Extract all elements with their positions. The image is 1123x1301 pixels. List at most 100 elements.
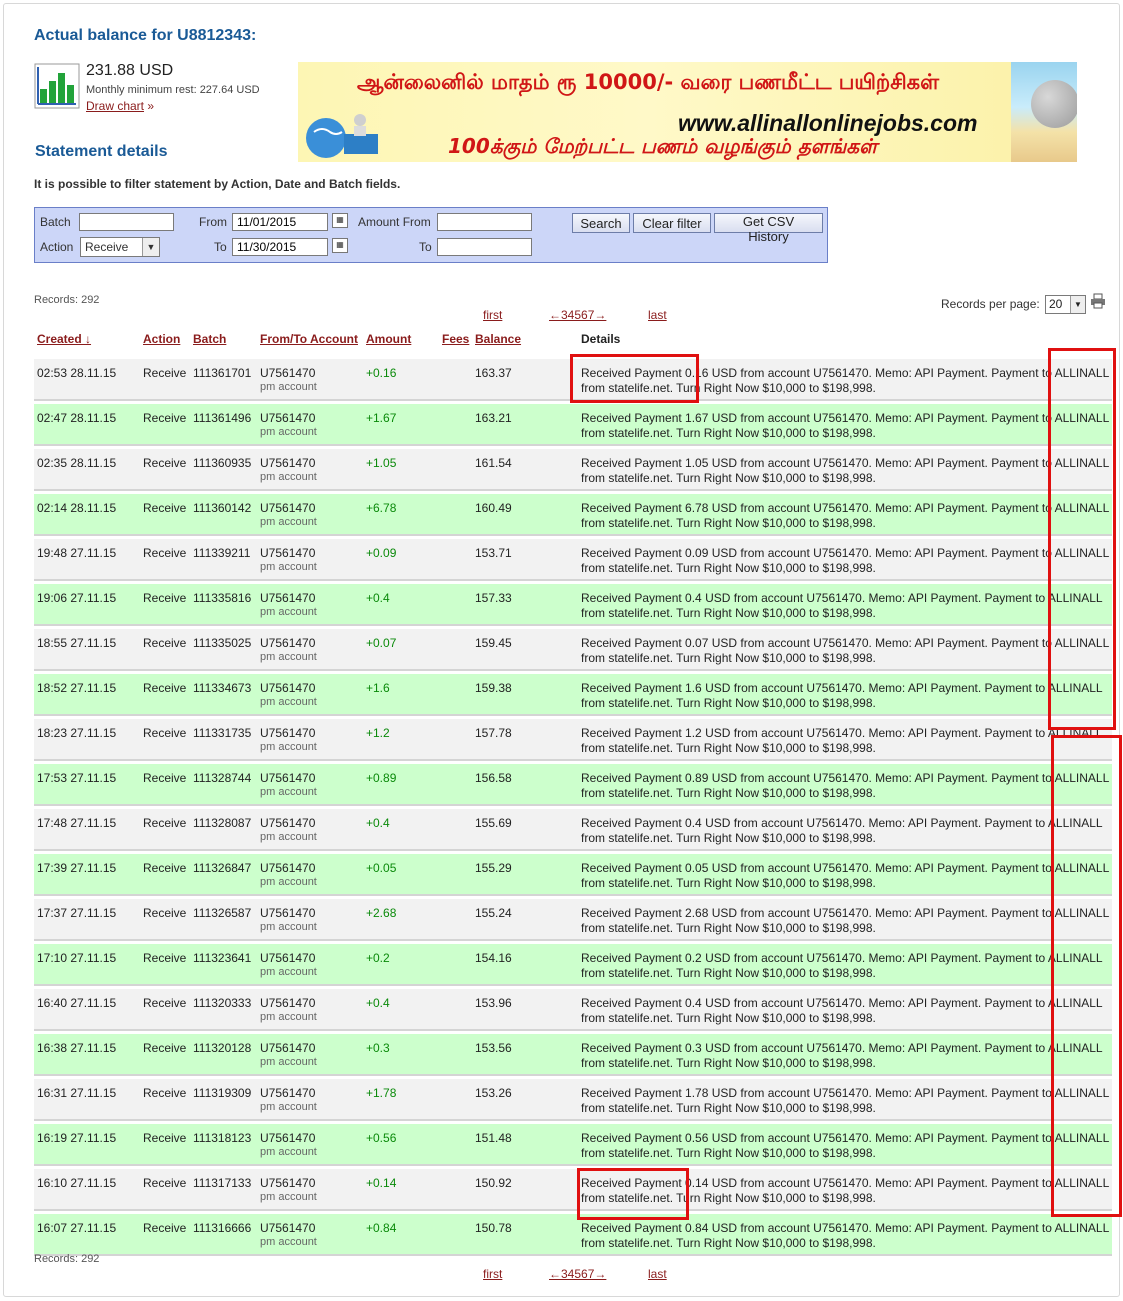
row-amount: +1.6	[366, 681, 390, 695]
table-row: 17:48 27.11.15 Receive 111328087 U7561470 +0…	[34, 809, 1112, 851]
row-details-line-2: from statelife.net. Turn Right Now $10,0…	[581, 1146, 876, 1160]
calendar-icon[interactable]: ▦	[332, 213, 348, 228]
highlight-box	[577, 1168, 689, 1220]
row-balance: 155.24	[475, 906, 512, 920]
row-amount: +0.4	[366, 996, 390, 1010]
amount-from-input[interactable]	[437, 213, 532, 231]
col-account[interactable]: From/To Account	[260, 332, 358, 346]
table-row: 19:48 27.11.15 Receive 111339211 U7561470 +0…	[34, 539, 1112, 581]
row-account: U7561470	[260, 681, 316, 695]
row-details-line-2: from statelife.net. Turn Right Now $10,0…	[581, 831, 876, 845]
clear-filter-button[interactable]: Clear filter	[633, 213, 711, 233]
col-created[interactable]: Created ↓	[37, 332, 91, 346]
records-count-top: Records: 292	[34, 294, 100, 306]
batch-input[interactable]	[79, 213, 174, 231]
search-button[interactable]: Search	[572, 213, 630, 233]
col-fees[interactable]: Fees	[442, 332, 469, 346]
row-details-line-2: from statelife.net. Turn Right Now $10,0…	[581, 696, 876, 710]
pager-last-link[interactable]: last	[648, 1267, 667, 1281]
pager-first-link[interactable]: first	[483, 308, 502, 322]
row-account: U7561470	[260, 636, 316, 650]
row-created: 18:52 27.11.15	[37, 681, 117, 695]
draw-chart-link[interactable]: Draw chart	[86, 99, 144, 113]
row-details-line-2: from statelife.net. Turn Right Now $10,0…	[581, 876, 876, 890]
row-details-line-2: from statelife.net. Turn Right Now $10,0…	[581, 471, 876, 485]
table-row: 18:23 27.11.15 Receive 111331735 U7561470 +1…	[34, 719, 1112, 761]
printer-icon[interactable]	[1090, 293, 1106, 309]
row-action: Receive	[143, 771, 187, 785]
row-details-line-1: Received Payment 0.56 USD from account U…	[581, 1131, 1110, 1145]
row-account: U7561470	[260, 906, 316, 920]
records-per-page-select[interactable]: 20 ▼	[1045, 295, 1086, 314]
row-account-type: pm account	[260, 561, 317, 573]
row-account-type: pm account	[260, 1236, 317, 1248]
row-details-line-1: Received Payment 0.3 USD from account U7…	[581, 1041, 1103, 1055]
row-created: 17:10 27.11.15	[37, 951, 117, 965]
table-row: 18:52 27.11.15 Receive 111334673 U7561470 +1…	[34, 674, 1112, 716]
row-details-line-2: from statelife.net. Turn Right Now $10,0…	[581, 966, 876, 980]
row-created: 18:55 27.11.15	[37, 636, 117, 650]
row-amount: +1.05	[366, 456, 397, 470]
pager-pages-link[interactable]: ←34567→	[549, 1267, 606, 1281]
row-created: 17:53 27.11.15	[37, 771, 117, 785]
row-account: U7561470	[260, 1131, 316, 1145]
statement-title: Statement details	[35, 143, 168, 160]
advertisement-banner[interactable]: ஆன்லைனில் மாதம் ரூ 10000/- வரை பணமீட்ட ப…	[298, 62, 1077, 162]
row-batch: 111320333	[193, 996, 252, 1010]
from-date-input[interactable]	[232, 213, 328, 231]
filter-panel: Batch Action Receive ▼ From ▦ To ▦ Amoun…	[34, 207, 828, 263]
row-details-line-2: from statelife.net. Turn Right Now $10,0…	[581, 786, 876, 800]
row-account-type: pm account	[260, 1101, 317, 1113]
monthly-minimum: Monthly minimum rest: 227.64 USD	[86, 84, 260, 96]
banner-line-1: ஆன்லைனில் மாதம் ரூ 10000/- வரை பணமீட்ட ப…	[356, 70, 940, 94]
col-batch[interactable]: Batch	[193, 332, 226, 346]
row-batch: 111318123	[193, 1131, 252, 1145]
draw-chart-row: Draw chart »	[86, 99, 154, 113]
row-account: U7561470	[260, 816, 316, 830]
calendar-icon[interactable]: ▦	[332, 238, 348, 253]
records-per-page-label: Records per page:	[941, 297, 1040, 311]
row-details-line-1: Received Payment 0.09 USD from account U…	[581, 546, 1110, 560]
row-action: Receive	[143, 411, 187, 425]
row-batch: 111360935	[193, 456, 252, 470]
row-account: U7561470	[260, 1176, 316, 1190]
draw-chart-arrow: »	[147, 99, 155, 113]
table-row: 17:37 27.11.15 Receive 111326587 U7561470 +2…	[34, 899, 1112, 941]
to-label: To	[214, 240, 227, 254]
row-account: U7561470	[260, 501, 316, 515]
get-csv-history-button[interactable]: Get CSV History	[714, 213, 823, 244]
row-amount: +0.56	[366, 1131, 397, 1145]
row-balance: 155.29	[475, 861, 512, 875]
row-details-line-1: Received Payment 0.4 USD from account U7…	[581, 996, 1103, 1010]
table-row: 16:10 27.11.15 Receive 111317133 U7561470 +0…	[34, 1169, 1112, 1211]
row-action: Receive	[143, 1221, 187, 1235]
row-action: Receive	[143, 546, 187, 560]
row-account: U7561470	[260, 951, 316, 965]
row-created: 16:07 27.11.15	[37, 1221, 117, 1235]
row-account: U7561470	[260, 1041, 316, 1055]
col-amount[interactable]: Amount	[366, 332, 411, 346]
filter-note: It is possible to filter statement by Ac…	[34, 177, 401, 191]
row-created: 02:53 28.11.15	[37, 366, 117, 380]
col-balance[interactable]: Balance	[475, 332, 521, 346]
amount-to-input[interactable]	[437, 238, 532, 256]
dropdown-arrow-icon: ▼	[1070, 296, 1085, 313]
row-amount: +0.4	[366, 816, 390, 830]
row-created: 17:39 27.11.15	[37, 861, 117, 875]
amount-to-label: To	[419, 240, 432, 254]
row-batch: 111360142	[193, 501, 252, 515]
highlight-box	[570, 354, 699, 403]
pager-first-link[interactable]: first	[483, 1267, 502, 1281]
row-batch: 111328087	[193, 816, 252, 830]
action-select[interactable]: Receive ▼	[80, 237, 160, 257]
row-amount: +1.67	[366, 411, 397, 425]
pager-last-link[interactable]: last	[648, 308, 667, 322]
row-account-type: pm account	[260, 831, 317, 843]
col-action[interactable]: Action	[143, 332, 180, 346]
row-created: 16:40 27.11.15	[37, 996, 117, 1010]
records-per-page-value: 20	[1049, 297, 1063, 311]
to-date-input[interactable]	[232, 238, 328, 256]
row-account-type: pm account	[260, 921, 317, 933]
row-details-line-1: Received Payment 1.05 USD from account U…	[581, 456, 1110, 470]
pager-pages-link[interactable]: ←34567→	[549, 308, 606, 322]
